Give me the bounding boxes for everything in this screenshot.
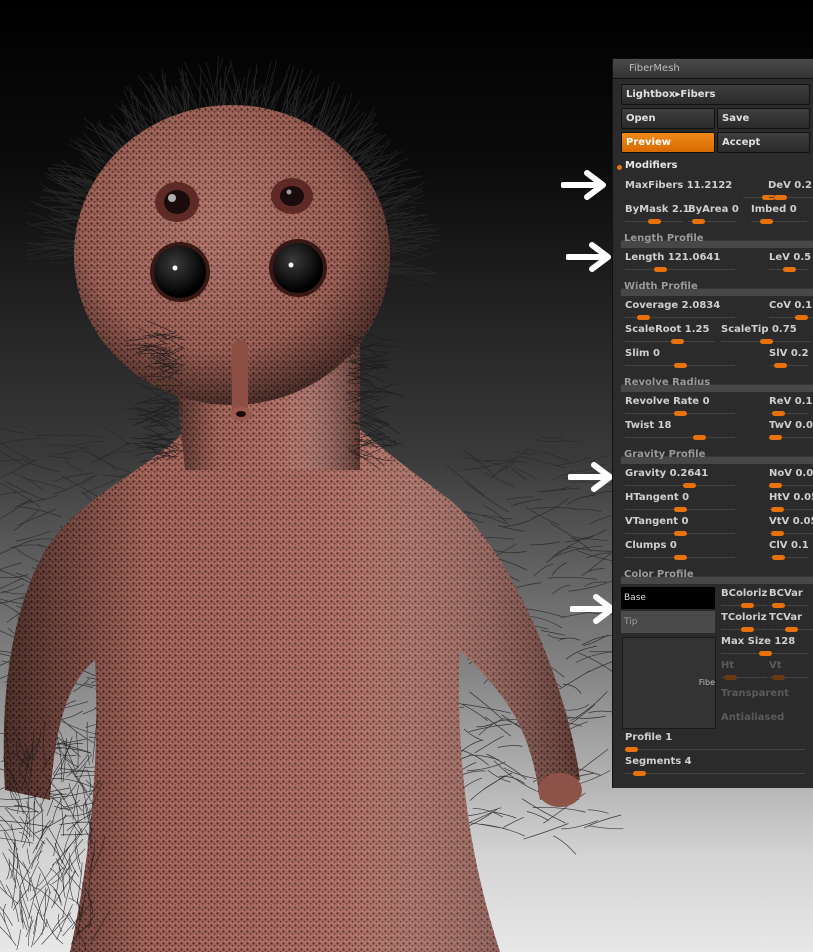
maxsize-slider-knob[interactable] [759, 651, 772, 656]
maxsize-slider-label: Max Size 128 [721, 636, 796, 647]
htangent-slider-knob[interactable] [674, 507, 687, 512]
vtv-slider-knob[interactable] [771, 531, 784, 536]
lightbox-fibers-button[interactable]: Lightbox▸Fibers [621, 84, 810, 105]
byarea-slider-knob[interactable] [692, 219, 705, 224]
twist-slider-label: Twist 18 [625, 420, 672, 431]
scaleroot-slider-knob[interactable] [671, 339, 684, 344]
transparent-toggle[interactable]: Transparent [721, 688, 789, 699]
nov-slider-label: NoV 0.0 [769, 468, 813, 479]
nov-slider-knob[interactable] [769, 483, 782, 488]
lev-slider-label: LeV 0.5 [769, 252, 812, 263]
byarea-slider-label: ByArea 0 [688, 204, 739, 215]
coverage-slider-knob[interactable] [637, 315, 650, 320]
bcvar-slider-knob[interactable] [772, 603, 785, 608]
clv-slider-knob[interactable] [772, 555, 785, 560]
antialiased-toggle[interactable]: Antialiased [721, 712, 784, 723]
scaleroot-slider-label: ScaleRoot 1.25 [625, 324, 710, 335]
gravity-profile-header[interactable]: Gravity Profile [621, 447, 813, 464]
scaletip-slider-label: ScaleTip 0.75 [721, 324, 797, 335]
segments-slider-label: Segments 4 [625, 756, 692, 767]
ht-slider-knob[interactable] [724, 675, 737, 680]
slim-slider-knob[interactable] [674, 363, 687, 368]
rev-slider-label: ReV 0.1 [769, 396, 813, 407]
maxfibers-slider-label: MaxFibers 11.2122 [625, 180, 733, 191]
segments-slider-track[interactable] [625, 773, 805, 774]
bcolorize-slider-label: BColoriz [721, 588, 768, 599]
gravity-slider-label: Gravity 0.2641 [625, 468, 709, 479]
open-button[interactable]: Open [621, 108, 715, 129]
profile-slider-label: Profile 1 [625, 732, 673, 743]
length-slider-label: Length 121.0641 [625, 252, 721, 263]
accept-button[interactable]: Accept [717, 132, 810, 153]
fiber-preview-label: Fibe [698, 678, 715, 687]
clumps-slider-knob[interactable] [674, 555, 687, 560]
color-profile-header[interactable]: Color Profile [621, 567, 813, 584]
vtangent-slider-label: VTangent 0 [625, 516, 689, 527]
tcvar-slider-knob[interactable] [785, 627, 798, 632]
modifiers-dot-icon [617, 165, 622, 170]
imbed-slider-label: Imbed 0 [751, 204, 797, 215]
scaleroot-slider-track[interactable] [625, 341, 715, 342]
vtv-slider-label: VtV 0.05 [769, 516, 813, 527]
tcvar-slider-label: TCVar [769, 612, 803, 623]
length-slider-knob[interactable] [654, 267, 667, 272]
bcvar-slider-label: BCVar [769, 588, 803, 599]
profile-slider-knob[interactable] [625, 747, 638, 752]
coverage-slider-label: Coverage 2.0834 [625, 300, 721, 311]
segments-slider-knob[interactable] [633, 771, 646, 776]
gravity-slider-knob[interactable] [683, 483, 696, 488]
clumps-slider-label: Clumps 0 [625, 540, 677, 551]
bymask-slider-label: ByMask 2.1 [625, 204, 690, 215]
fibermesh-panel: FiberMesh Lightbox▸Fibers Open Save Prev… [612, 58, 813, 788]
profile-slider-track[interactable] [625, 749, 805, 750]
width-profile-header[interactable]: Width Profile [621, 279, 813, 296]
bcolorize-slider-knob[interactable] [741, 603, 754, 608]
tcolorize-slider-label: TColoriz [721, 612, 767, 623]
tip-color-swatch[interactable]: Tip [621, 611, 715, 633]
twist-slider-track[interactable] [625, 437, 735, 438]
revolve-radius-header[interactable]: Revolve Radius [621, 375, 813, 392]
twv-slider-label: TwV 0.0 [769, 420, 813, 431]
lev-slider-knob[interactable] [783, 267, 796, 272]
modifiers-header[interactable]: Modifiers [625, 160, 678, 171]
arrow-base-color-icon [570, 594, 615, 624]
bymask-slider-knob[interactable] [648, 219, 661, 224]
scaletip-slider-knob[interactable] [760, 339, 773, 344]
length-profile-header[interactable]: Length Profile [621, 231, 813, 248]
revolverate-slider-label: Revolve Rate 0 [625, 396, 710, 407]
vt-slider-knob[interactable] [772, 675, 785, 680]
ht-slider-label: Ht [721, 660, 735, 671]
vt-slider-label: Vt [769, 660, 782, 671]
save-button[interactable]: Save [717, 108, 810, 129]
slv-slider-knob[interactable] [774, 363, 787, 368]
twv-slider-knob[interactable] [769, 435, 782, 440]
htv-slider-label: HtV 0.05 [769, 492, 813, 503]
preview-button[interactable]: Preview [621, 132, 715, 153]
twist-slider-knob[interactable] [693, 435, 706, 440]
cov-slider-label: CoV 0.1 [769, 300, 813, 311]
rev-slider-knob[interactable] [772, 411, 785, 416]
arrow-gravity-icon [568, 462, 613, 492]
arrow-modifiers-icon [561, 170, 606, 200]
slim-slider-label: Slim 0 [625, 348, 660, 359]
panel-title: FiberMesh [613, 59, 813, 79]
dev-slider-label: DeV 0.2 [768, 180, 813, 191]
fiber-preview: Fibe [622, 637, 716, 729]
tcolorize-slider-knob[interactable] [741, 627, 754, 632]
dev-slider-knob[interactable] [774, 195, 787, 200]
imbed-slider-knob[interactable] [760, 219, 773, 224]
revolverate-slider-knob[interactable] [674, 411, 687, 416]
slv-slider-label: SlV 0.2 [769, 348, 809, 359]
clv-slider-label: ClV 0.1 [769, 540, 809, 551]
htv-slider-knob[interactable] [771, 507, 784, 512]
length-slider-track[interactable] [625, 269, 735, 270]
cov-slider-knob[interactable] [795, 315, 808, 320]
gravity-slider-track[interactable] [625, 485, 735, 486]
htangent-slider-label: HTangent 0 [625, 492, 690, 503]
arrow-length-icon [566, 242, 611, 272]
vtangent-slider-knob[interactable] [674, 531, 687, 536]
base-color-swatch[interactable]: Base [621, 587, 715, 609]
